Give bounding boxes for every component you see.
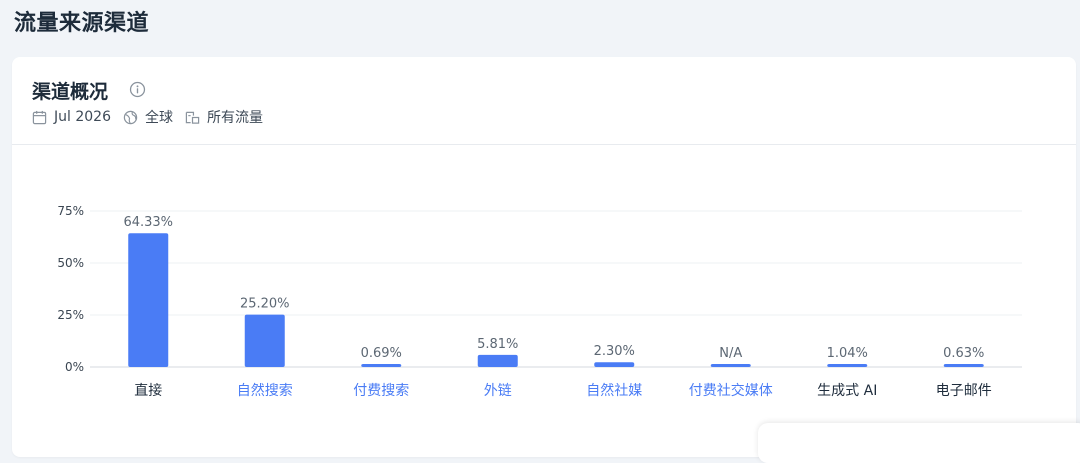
data-label: 0.69%: [361, 346, 402, 361]
y-tick-label: 75%: [57, 204, 84, 218]
x-tick-label[interactable]: 自然社媒: [586, 382, 642, 399]
x-tick-label[interactable]: 外链: [484, 383, 512, 399]
date-filter[interactable]: Jul 2026: [32, 109, 111, 125]
traffic-value: 所有流量: [206, 110, 263, 126]
filter-meta-row: Jul 2026 全球 所有流量: [32, 107, 275, 127]
channel-bar-chart: 0% 25% 50% 75% 64.33% 直接 25.20% 自然搜索 0.69% 付费搜索 5.…: [57, 204, 1022, 399]
x-tick-label[interactable]: 自然搜索: [237, 382, 293, 399]
x-tick-label[interactable]: 付费社交媒体: [689, 382, 773, 399]
card-title: 渠道概况: [32, 81, 109, 103]
data-label: 0.63%: [943, 346, 984, 361]
x-tick-label[interactable]: 付费搜索: [353, 382, 409, 399]
y-tick-label: 50%: [57, 256, 84, 270]
bar[interactable]: [710, 364, 751, 367]
data-label: 1.04%: [827, 346, 868, 361]
bar[interactable]: [943, 364, 984, 367]
bar[interactable]: [244, 314, 285, 367]
y-tick-label: 25%: [57, 308, 84, 322]
bar[interactable]: [477, 354, 518, 367]
traffic-filter[interactable]: 所有流量: [185, 107, 263, 127]
data-label: 25.20%: [240, 297, 290, 312]
bar[interactable]: [594, 362, 635, 367]
floating-panel: [758, 423, 1080, 463]
bar[interactable]: [361, 364, 402, 367]
traffic-icon: [185, 111, 200, 124]
region-value: 全球: [144, 110, 173, 126]
x-tick-label: 电子邮件: [936, 383, 992, 399]
bar[interactable]: [128, 233, 169, 367]
data-label: 5.81%: [477, 337, 518, 352]
y-tick-label: 0%: [65, 360, 84, 374]
channel-overview-card: 渠道概况 Jul 2026 全球 所有流量 0% 25% 50% 75% 64.…: [12, 57, 1076, 457]
page-title: 流量来源渠道: [14, 11, 150, 36]
data-label: N/A: [719, 346, 742, 361]
data-label: 2.30%: [594, 344, 635, 359]
x-tick-label: 生成式 AI: [817, 383, 877, 399]
region-filter[interactable]: 全球: [123, 107, 173, 127]
date-value: Jul 2026: [54, 109, 111, 125]
info-icon[interactable]: [129, 81, 146, 98]
calendar-icon: [32, 110, 47, 124]
bar[interactable]: [827, 364, 868, 367]
globe-icon: [123, 110, 138, 124]
data-label: 64.33%: [123, 215, 173, 230]
x-tick-label: 直接: [134, 382, 162, 399]
